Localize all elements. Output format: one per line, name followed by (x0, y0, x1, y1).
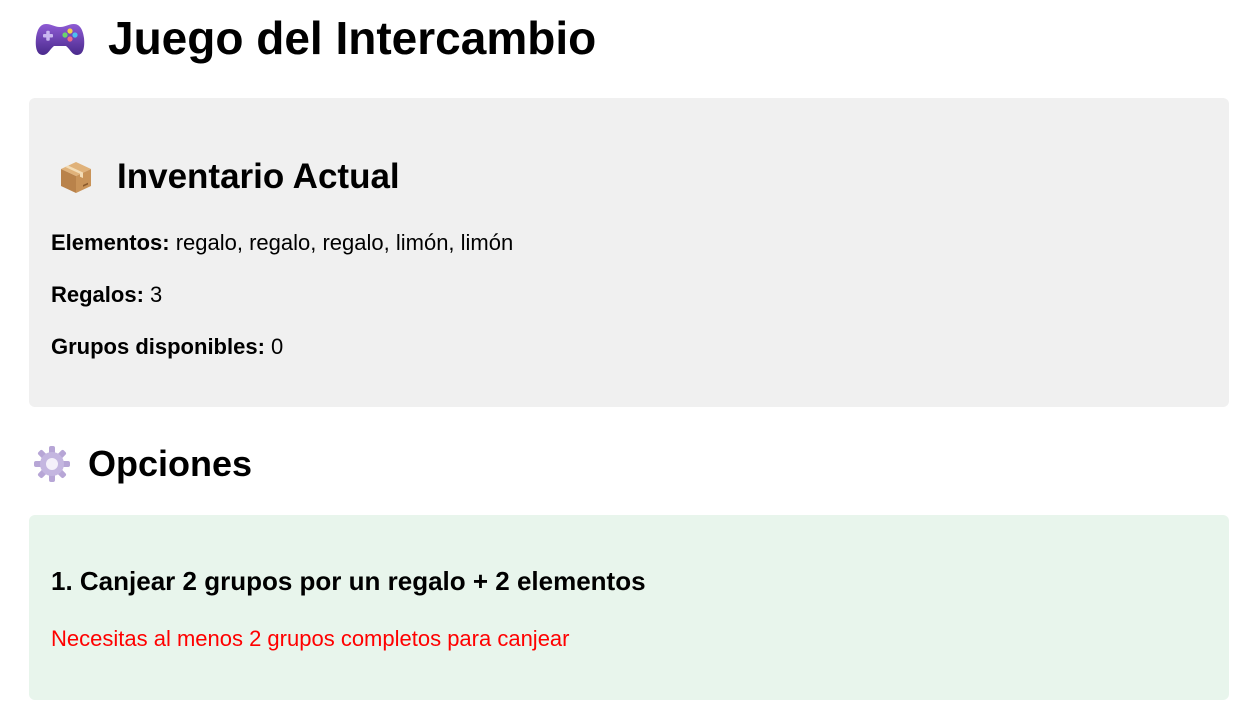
options-title: Opciones (88, 443, 253, 484)
gamepad-icon (34, 18, 86, 58)
items-value: regalo, regalo, regalo, limón, limón (175, 230, 514, 255)
page-title: Juego del Intercambio (108, 12, 597, 64)
inventory-title: Inventario Actual (117, 157, 400, 196)
groups-row: Grupos disponibles: 0 (51, 333, 283, 361)
groups-label: Grupos disponibles: (51, 334, 265, 359)
package-icon (58, 159, 94, 195)
gifts-row: Regalos: 3 (51, 281, 162, 309)
gifts-value: 3 (150, 282, 163, 307)
option-warning: Necesitas al menos 2 grupos completos pa… (51, 626, 570, 651)
inventory-panel: Inventario Actual Elementos: regalo, reg… (29, 98, 1229, 407)
options-heading: Opciones (33, 442, 252, 486)
groups-value: 0 (271, 334, 284, 359)
inventory-heading: Inventario Actual (58, 156, 400, 198)
option-card: 1. Canjear 2 grupos por un regalo + 2 el… (29, 515, 1229, 700)
gear-icon (33, 445, 71, 483)
header: Juego del Intercambio (34, 10, 596, 66)
page: Juego del Intercambio Inventario Actual … (0, 0, 1250, 712)
option-title: 1. Canjear 2 grupos por un regalo + 2 el… (51, 566, 646, 596)
items-row: Elementos: regalo, regalo, regalo, limón… (51, 229, 513, 257)
gifts-label: Regalos: (51, 282, 144, 307)
items-label: Elementos: (51, 230, 170, 255)
